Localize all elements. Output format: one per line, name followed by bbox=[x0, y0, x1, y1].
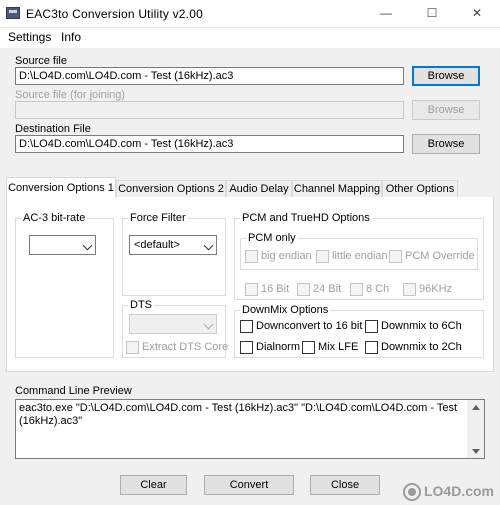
close-button[interactable]: Close bbox=[310, 475, 380, 495]
downmix6-label: Downmix to 6Ch bbox=[381, 320, 462, 332]
maximize-button[interactable]: ☐ bbox=[422, 4, 442, 22]
menu-settings[interactable]: Settings bbox=[8, 30, 51, 44]
destination-file-input[interactable]: D:\LO4D.com\LO4D.com - Test (16kHz).ac3 bbox=[15, 135, 404, 153]
downconvert16-checkbox[interactable] bbox=[240, 320, 253, 333]
source-file-label: Source file bbox=[15, 55, 67, 67]
force-filter-title: Force Filter bbox=[128, 212, 188, 224]
source-file-input[interactable]: D:\LO4D.com\LO4D.com - Test (16kHz).ac3 bbox=[15, 67, 404, 85]
ac3-bitrate-title: AC-3 bit-rate bbox=[21, 212, 88, 224]
little-endian-checkbox[interactable] bbox=[316, 250, 329, 263]
pcm-only-title: PCM only bbox=[246, 232, 298, 244]
bit16-label: 16 Bit bbox=[261, 283, 290, 295]
bit24-checkbox[interactable] bbox=[297, 283, 310, 296]
tab-channel-mapping[interactable]: Channel Mapping bbox=[292, 180, 382, 198]
source-browse-button[interactable]: Browse bbox=[412, 66, 480, 86]
convert-button[interactable]: Convert bbox=[204, 475, 294, 495]
force-filter-group bbox=[122, 218, 226, 296]
chevron-down-icon bbox=[82, 240, 93, 251]
big-endian-checkbox[interactable] bbox=[245, 250, 258, 263]
watermark: LO4D.com bbox=[402, 482, 494, 501]
force-filter-select[interactable]: <default> bbox=[129, 235, 217, 255]
join-browse-button[interactable]: Browse bbox=[412, 100, 480, 120]
watermark-logo-icon bbox=[402, 483, 421, 501]
destination-file-label: Destination File bbox=[15, 123, 91, 135]
pcm-truehd-title: PCM and TrueHD Options bbox=[240, 212, 372, 224]
close-window-button[interactable]: ✕ bbox=[467, 4, 487, 22]
scroll-up-icon[interactable] bbox=[472, 405, 480, 410]
scroll-down-icon[interactable] bbox=[472, 449, 480, 454]
window-title: EAC3to Conversion Utility v2.00 bbox=[26, 7, 203, 21]
downmix6-checkbox[interactable] bbox=[365, 320, 378, 333]
tab-other-options[interactable]: Other Options bbox=[382, 180, 458, 198]
tab-audio-delay[interactable]: Audio Delay bbox=[226, 180, 292, 198]
destination-browse-button[interactable]: Browse bbox=[412, 134, 480, 154]
clear-button[interactable]: Clear bbox=[120, 475, 187, 495]
downmix-title: DownMix Options bbox=[240, 304, 331, 316]
ch8-label: 8 Ch bbox=[366, 283, 390, 295]
pcm-override-checkbox[interactable] bbox=[389, 250, 402, 263]
force-filter-value: <default> bbox=[134, 239, 180, 251]
mixlfe-label: Mix LFE bbox=[318, 341, 359, 353]
bit24-label: 24 Bit bbox=[313, 283, 342, 295]
dts-select[interactable] bbox=[129, 314, 217, 334]
dts-title: DTS bbox=[128, 299, 154, 311]
dialnorm-label: Dialnorm bbox=[256, 341, 301, 353]
app-icon bbox=[6, 7, 20, 19]
mixlfe-checkbox[interactable] bbox=[302, 341, 315, 354]
watermark-text: LO4D.com bbox=[423, 482, 494, 499]
khz96-checkbox[interactable] bbox=[403, 283, 416, 296]
extract-dts-core-label: Extract DTS Core bbox=[142, 341, 229, 353]
little-endian-label: little endian bbox=[332, 250, 388, 262]
dialnorm-checkbox[interactable] bbox=[240, 341, 253, 354]
downmix2-label: Downmix to 2Ch bbox=[381, 341, 462, 353]
tab-conversion-options-1[interactable]: Conversion Options 1 bbox=[6, 177, 116, 198]
downmix2-checkbox[interactable] bbox=[365, 341, 378, 354]
join-file-label: Source file (for joining) bbox=[15, 89, 126, 101]
extract-dts-core-checkbox[interactable] bbox=[126, 341, 139, 354]
khz96-label: 96KHz bbox=[419, 283, 453, 295]
downconvert16-label: Downconvert to 16 bit bbox=[256, 320, 363, 332]
minimize-button[interactable]: — bbox=[376, 4, 396, 22]
menu-info[interactable]: Info bbox=[61, 30, 81, 44]
join-file-input[interactable] bbox=[15, 101, 404, 119]
tab-conversion-options-2[interactable]: Conversion Options 2 bbox=[116, 180, 226, 198]
command-preview-textarea[interactable]: eac3to.exe "D:\LO4D.com\LO4D.com - Test … bbox=[15, 399, 485, 459]
ac3-bitrate-select[interactable] bbox=[29, 235, 96, 255]
ch8-checkbox[interactable] bbox=[350, 283, 363, 296]
chevron-down-icon bbox=[203, 240, 214, 251]
bit16-checkbox[interactable] bbox=[245, 283, 258, 296]
pcm-override-label: PCM Override bbox=[405, 250, 475, 262]
command-preview-label: Command Line Preview bbox=[15, 385, 132, 397]
command-preview-text: eac3to.exe "D:\LO4D.com\LO4D.com - Test … bbox=[19, 402, 458, 427]
chevron-down-icon bbox=[203, 319, 214, 330]
big-endian-label: big endian bbox=[261, 250, 312, 262]
